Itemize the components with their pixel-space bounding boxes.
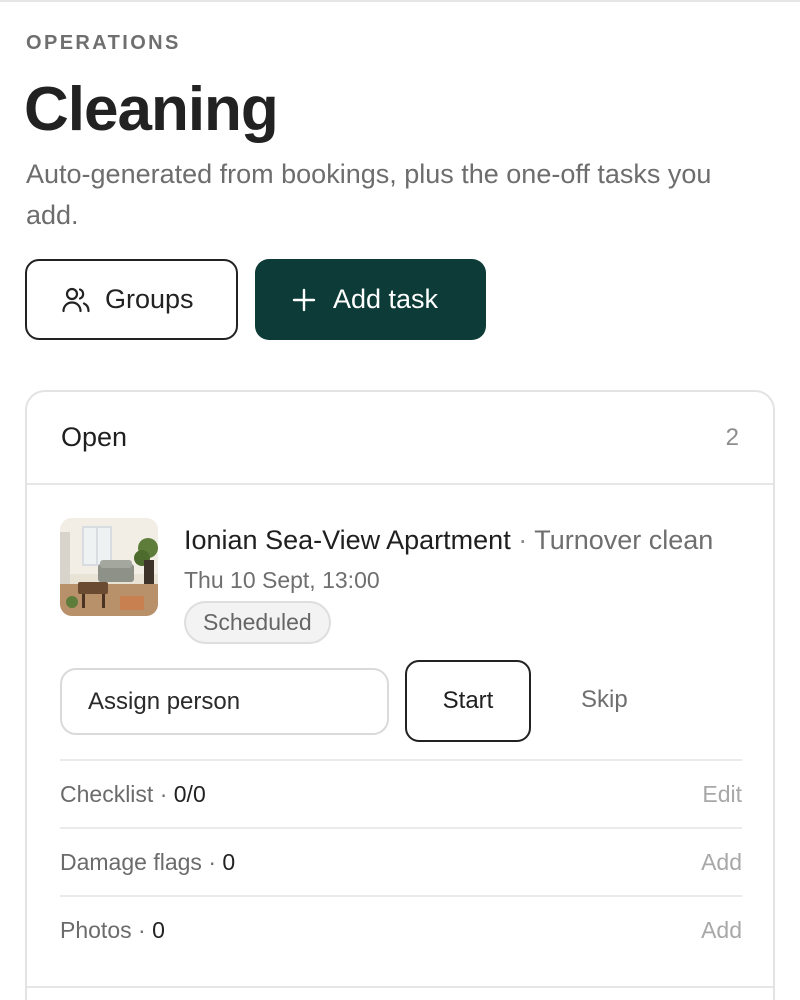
photos-row: Photos · 0 Add xyxy=(60,895,742,963)
card-divider xyxy=(27,986,773,988)
damage-flags-row: Damage flags · 0 Add xyxy=(60,827,742,895)
checklist-row: Checklist · 0/0 Edit xyxy=(60,759,742,827)
page-subtitle: Auto-generated from bookings, plus the o… xyxy=(26,159,712,230)
task-type: Turnover clean xyxy=(534,525,714,555)
damage-flags-label: Damage flags xyxy=(60,848,202,875)
checklist-label: Checklist xyxy=(60,780,154,807)
task-date: Thu 10 Sept, 13:00 xyxy=(184,567,380,593)
title-separator: · xyxy=(518,525,528,555)
card-header: Open 2 xyxy=(27,392,773,485)
property-photo xyxy=(60,518,158,616)
add-task-button[interactable]: Add task xyxy=(255,259,486,340)
add-task-label: Add task xyxy=(333,284,439,314)
page-actions: Groups Add task xyxy=(25,259,486,340)
photos-value: 0 xyxy=(152,916,165,943)
photos-label: Photos xyxy=(60,916,132,943)
cleaning-page: OPERATIONS Cleaning Auto-generated from … xyxy=(0,0,800,1000)
checklist-value: 0/0 xyxy=(173,780,206,807)
damage-flags-value: 0 xyxy=(222,848,236,875)
users-icon xyxy=(61,285,91,315)
property-name: Ionian Sea-View Apartment xyxy=(184,525,511,555)
top-divider xyxy=(0,0,800,2)
start-button[interactable]: Start xyxy=(405,660,531,742)
assign-person-select[interactable]: Assign person xyxy=(60,668,389,735)
card-title: Open xyxy=(61,422,128,452)
plus-icon xyxy=(291,287,317,313)
groups-label: Groups xyxy=(105,284,194,314)
checklist-edit-link[interactable]: Edit xyxy=(702,781,742,808)
task-title[interactable]: Ionian Sea-View Apartment · Turnover cle… xyxy=(184,525,744,556)
open-tasks-card: Open 2 Ionian Sea-View Apartment · Turno… xyxy=(25,390,775,1000)
groups-button[interactable]: Groups xyxy=(25,259,238,340)
task-count: 2 xyxy=(725,423,739,451)
status-badge: Scheduled xyxy=(184,601,331,644)
damage-flags-add-link[interactable]: Add xyxy=(701,849,742,876)
skip-button[interactable]: Skip xyxy=(581,686,628,714)
task-details: Checklist · 0/0 Edit Damage flags · 0 Ad… xyxy=(60,759,742,963)
photos-add-link[interactable]: Add xyxy=(701,917,742,944)
section-eyebrow: OPERATIONS xyxy=(26,32,181,54)
page-title: Cleaning xyxy=(24,75,279,144)
